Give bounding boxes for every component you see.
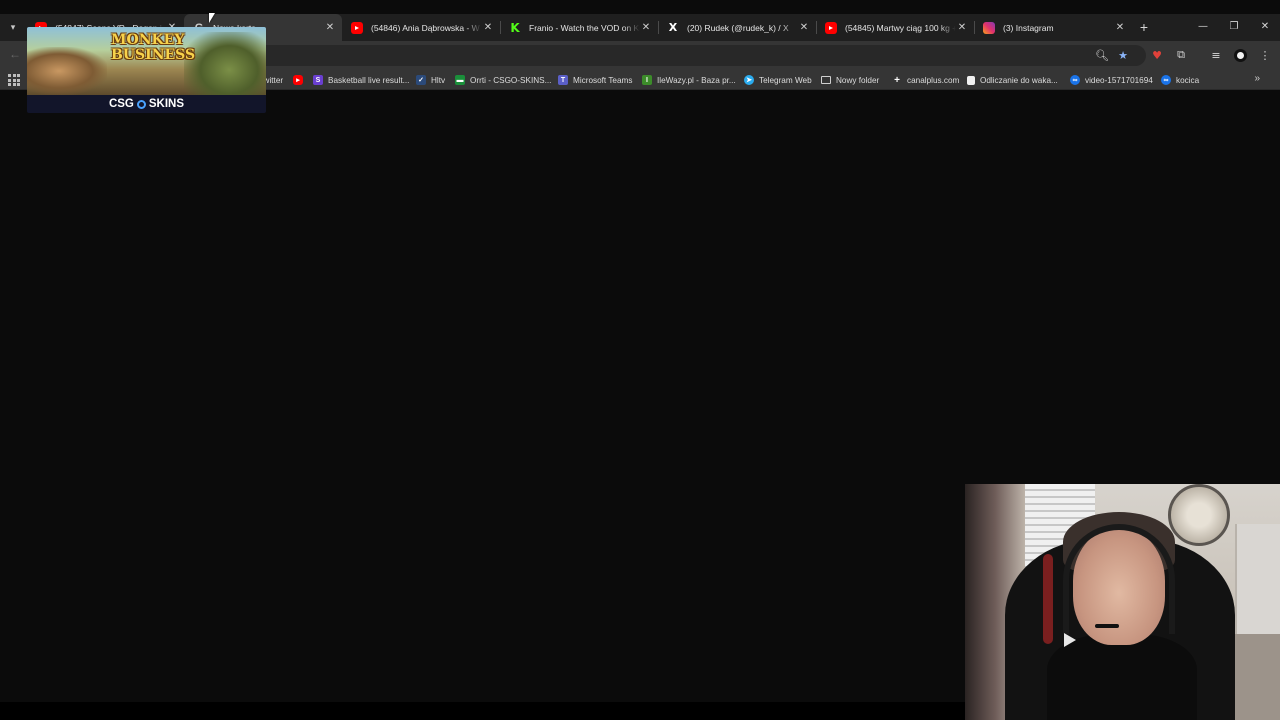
bookmark-label: Hltv (431, 75, 446, 85)
close-window-icon[interactable]: ✕ (1257, 19, 1273, 35)
ad-headline-line2: BUSINESS (111, 47, 196, 63)
close-icon[interactable]: ✕ (640, 22, 652, 33)
tab-4[interactable]: X (20) Rudek (@rudek_k) / X ✕ (658, 14, 816, 41)
bookmark-label: Odliczanie do waka... (980, 75, 1058, 85)
bookmark-label: Microsoft Teams (573, 75, 633, 85)
folder-icon (821, 76, 831, 84)
extensions-puzzle-icon[interactable]: ⧉ (1173, 47, 1189, 63)
bookmark-star-icon[interactable]: ★ (1115, 47, 1131, 63)
play-icon (1064, 633, 1076, 647)
media-controls-icon[interactable]: ≡ (1208, 47, 1224, 63)
bookmark-label: IleWazy.pl - Baza pr... (657, 75, 736, 85)
close-icon[interactable]: ✕ (324, 22, 336, 33)
youtube-icon (351, 21, 363, 34)
bookmark-label: canalplus.com (907, 75, 960, 85)
video-icon: ∞ (1161, 75, 1171, 85)
bookmark-csgoskins[interactable]: ▬ Orrti - CSGO-SKINS... (455, 73, 551, 87)
extension-red-icon[interactable]: ♥ (1149, 47, 1165, 63)
chevron-double-right-icon[interactable]: » (1254, 73, 1260, 84)
x-icon: X (668, 21, 678, 34)
close-icon[interactable]: ✕ (798, 22, 810, 33)
csgoskins-logo-icon (136, 99, 146, 109)
restore-icon[interactable]: ❐ (1226, 19, 1242, 35)
webcam-wall-clock (1168, 484, 1230, 546)
bookmark-youtube[interactable]: ▸ (293, 73, 308, 87)
webcam-headset (1063, 524, 1175, 634)
tab-6[interactable]: (3) Instagram ✕ (974, 14, 1132, 41)
bookmark-label: Basketball live result... (328, 75, 410, 85)
bookmark-basketball[interactable]: S Basketball live result... (313, 73, 409, 87)
bookmark-label: Orrti - CSGO-SKINS... (470, 75, 552, 85)
bookmark-canalplus[interactable]: + canalplus.com (892, 73, 959, 87)
bookmark-video[interactable]: ∞ video-1571701694 (1070, 73, 1153, 87)
zoom-icon[interactable]: 🔍︎ (1094, 47, 1110, 63)
tab-title: Franio - Watch the VOD on Kick (529, 22, 640, 33)
bookmark-teams[interactable]: T Microsoft Teams (558, 73, 632, 87)
csgoskins-icon: ▬ (455, 75, 465, 85)
webcam-chair-accent (1043, 554, 1053, 644)
bookmark-label: Nowy folder (836, 75, 880, 85)
chevron-down-icon: ▾ (10, 21, 16, 32)
tab-5[interactable]: (54845) Martwy ciąg 100 kg + r ✕ (816, 14, 974, 41)
webcam-overlay (965, 484, 1280, 720)
ad-brand-left: CSG (108, 98, 134, 110)
bookmark-label: Telegram Web (759, 75, 812, 85)
bookmark-folder[interactable]: Nowy folder (821, 73, 879, 87)
bookmark-telegram[interactable]: ➤ Telegram Web (744, 73, 812, 87)
back-arrow-icon[interactable]: ← (7, 47, 23, 63)
tab-title: (54846) Ania Dąbrowska - W Głowie (371, 22, 482, 33)
bookmark-label: kocica (1176, 75, 1200, 85)
menu-kebab-icon[interactable]: ⋮ (1257, 47, 1273, 63)
telegram-icon: ➤ (744, 75, 754, 85)
video-icon: ∞ (1070, 75, 1080, 85)
instagram-icon (983, 21, 995, 34)
ad-headline: MONKEY BUSINESS (111, 32, 196, 63)
bookmark-hltv[interactable]: ✓ Hltv (416, 73, 445, 87)
calendar-icon (967, 75, 975, 85)
minimize-icon[interactable]: — (1195, 19, 1211, 35)
new-tab-button[interactable]: + (1136, 19, 1152, 35)
apps-grid-icon[interactable] (8, 74, 20, 86)
flashscore-icon: S (313, 75, 323, 85)
bookmark-odliczanie[interactable]: Odliczanie do waka... (967, 73, 1058, 87)
profile-avatar-icon[interactable] (1232, 47, 1248, 63)
tab-title: (3) Instagram (1003, 22, 1054, 33)
youtube-icon: ▸ (293, 75, 303, 85)
tab-search-button[interactable]: ▾ (4, 18, 22, 36)
bookmark-kocica[interactable]: ∞ kocica (1161, 73, 1199, 87)
tab-3[interactable]: K Franio - Watch the VOD on Kick ✕ (500, 14, 658, 41)
youtube-icon (825, 21, 837, 34)
close-icon[interactable]: ✕ (956, 22, 968, 33)
ilewazy-icon: I (642, 75, 652, 85)
close-icon[interactable]: ✕ (482, 22, 494, 33)
close-icon[interactable]: ✕ (1114, 22, 1126, 33)
bookmark-label: video-1571701694 (1085, 75, 1153, 85)
bookmark-ilewazy[interactable]: I IleWazy.pl - Baza pr... (642, 73, 736, 87)
tab-title: (20) Rudek (@rudek_k) / X (687, 22, 789, 33)
ad-brand: CSG SKINS (27, 95, 266, 113)
hltv-icon: ✓ (416, 75, 426, 85)
ad-brand-right: SKINS (148, 98, 185, 110)
csgoskins-ad-banner: MONKEY BUSINESS CSG SKINS (27, 27, 266, 113)
canalplus-icon: + (894, 74, 900, 86)
kick-icon: K (510, 20, 520, 35)
tab-2[interactable]: (54846) Ania Dąbrowska - W Głowie ✕ (342, 14, 500, 41)
webcam-microphone (1095, 624, 1119, 628)
mouse-cursor-icon (209, 13, 215, 23)
tab-title: (54845) Martwy ciąg 100 kg + r (845, 22, 956, 33)
ad-headline-line1: MONKEY (111, 32, 185, 48)
teams-icon: T (558, 75, 568, 85)
